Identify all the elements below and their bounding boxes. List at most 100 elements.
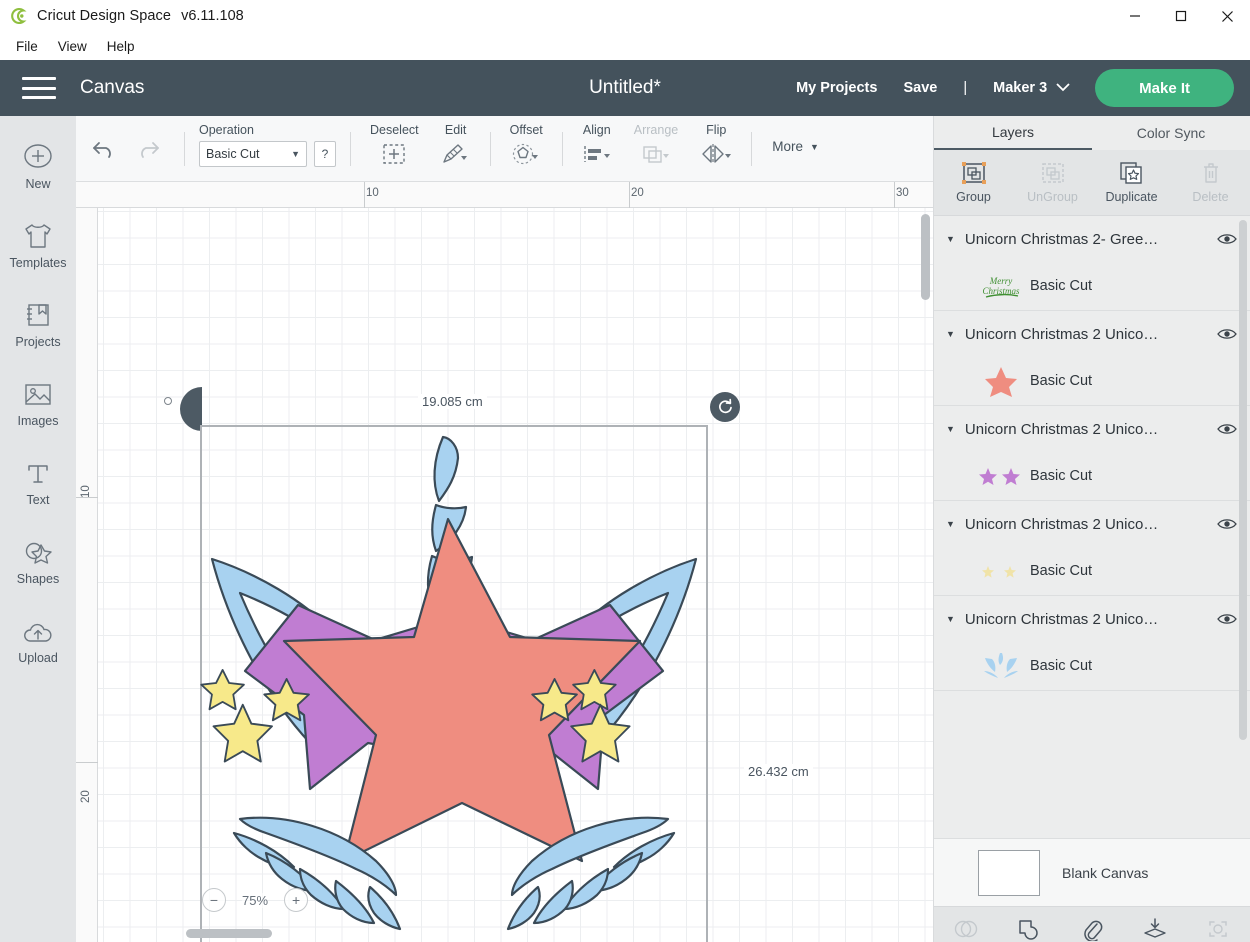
- deselect-label: Deselect: [370, 122, 419, 137]
- purple-stars-thumb: [978, 459, 1024, 493]
- layer-child-row[interactable]: Basic Cut: [934, 547, 1250, 595]
- attach-button[interactable]: Attach: [1060, 917, 1123, 942]
- sidebar-item-projects[interactable]: Projects: [0, 296, 76, 349]
- more-button[interactable]: More ▼: [760, 139, 831, 154]
- flatten-button[interactable]: Flatten: [1124, 917, 1187, 942]
- menu-help[interactable]: Help: [97, 36, 145, 57]
- sidebar-item-text[interactable]: Text: [0, 454, 76, 507]
- visibility-eye-icon[interactable]: [1216, 327, 1238, 341]
- visibility-eye-icon[interactable]: [1216, 517, 1238, 531]
- rotate-handle[interactable]: [710, 392, 740, 422]
- coral-star-thumb: [978, 364, 1024, 398]
- menu-file[interactable]: File: [6, 36, 48, 57]
- flip-icon: [700, 142, 732, 166]
- align-button[interactable]: Align: [571, 123, 623, 175]
- window-title-bar: Cricut Design Space v6.11.108: [0, 0, 1250, 32]
- layer-group-header[interactable]: ▼ Unicorn Christmas 2- Gree…: [934, 216, 1250, 262]
- selection-height-dimension: 26.432 cm: [744, 764, 813, 779]
- operation-help-button[interactable]: ?: [314, 140, 336, 167]
- menu-view[interactable]: View: [48, 36, 97, 57]
- toolbar-divider: [751, 131, 753, 166]
- layer-group-header[interactable]: ▼ Unicorn Christmas 2 Unico…: [934, 406, 1250, 452]
- layer-child-row[interactable]: Basic Cut: [934, 357, 1250, 405]
- chevron-down-icon[interactable]: ▼: [946, 329, 955, 339]
- sidebar-item-shapes[interactable]: Shapes: [0, 533, 76, 586]
- chevron-down-icon: ▼: [291, 148, 300, 159]
- visibility-eye-icon[interactable]: [1216, 422, 1238, 436]
- offset-button[interactable]: Offset: [499, 123, 554, 175]
- hamburger-icon[interactable]: [22, 77, 56, 99]
- close-button[interactable]: [1204, 0, 1250, 32]
- text-t-icon: [24, 454, 52, 488]
- cricut-design-space-window: Cricut Design Space v6.11.108 File View …: [0, 0, 1250, 942]
- cloud-upload-icon: [21, 612, 55, 646]
- layer-group: ▼ Unicorn Christmas 2 Unico… Basic Cut: [934, 311, 1250, 406]
- slice-button: Slice: [934, 918, 997, 942]
- edit-pencil-icon: [441, 142, 471, 166]
- edit-button[interactable]: Edit: [430, 123, 482, 175]
- canvas-background-row[interactable]: Blank Canvas: [934, 838, 1250, 906]
- ruler-v-tick-20: 20: [80, 790, 92, 803]
- save-button[interactable]: Save: [903, 80, 937, 96]
- ruler-h-major: [364, 182, 365, 208]
- sidebar-item-templates[interactable]: Templates: [0, 217, 76, 270]
- layer-group-header[interactable]: ▼ Unicorn Christmas 2 Unico…: [934, 501, 1250, 547]
- unicorn-christmas-artwork[interactable]: [200, 425, 708, 942]
- operation-select[interactable]: Basic Cut ▼: [199, 140, 307, 167]
- deselect-button[interactable]: Deselect: [359, 123, 430, 175]
- weld-button[interactable]: Weld: [997, 918, 1060, 942]
- sidebar-item-upload[interactable]: Upload: [0, 612, 76, 665]
- layer-child-row[interactable]: Basic Cut: [934, 452, 1250, 500]
- more-label: More: [772, 139, 804, 154]
- chevron-down-icon[interactable]: ▼: [946, 519, 955, 529]
- delete-label: Delete: [1192, 190, 1229, 204]
- vertical-scrollbar[interactable]: [921, 214, 930, 300]
- group-button[interactable]: Group: [934, 161, 1013, 204]
- sidebar-item-images[interactable]: Images: [0, 375, 76, 428]
- maximize-button[interactable]: [1158, 0, 1204, 32]
- layer-list[interactable]: ▼ Unicorn Christmas 2- Gree… Merry Chris…: [934, 216, 1250, 838]
- layer-group-name: Unicorn Christmas 2 Unico…: [964, 325, 1159, 343]
- ruler-h-major: [629, 182, 630, 208]
- make-it-button[interactable]: Make It: [1095, 69, 1234, 107]
- arrange-button: Arrange: [623, 123, 689, 175]
- sidebar-label-upload: Upload: [18, 651, 58, 665]
- chevron-down-icon[interactable]: [1055, 79, 1071, 97]
- panel-tabs: Layers Color Sync: [934, 116, 1250, 150]
- duplicate-button[interactable]: Duplicate: [1092, 161, 1171, 204]
- canvas-color-swatch[interactable]: [978, 849, 1040, 896]
- layers-panel: Layers Color Sync Group UnGroup Duplicat…: [933, 116, 1250, 942]
- zoom-out-button[interactable]: −: [202, 888, 226, 912]
- undo-button[interactable]: [82, 132, 126, 166]
- layer-group-header[interactable]: ▼ Unicorn Christmas 2 Unico…: [934, 596, 1250, 642]
- minimize-button[interactable]: [1112, 0, 1158, 32]
- edit-toolbar: Operation Basic Cut ▼ ? Deselect Edit Of…: [76, 116, 933, 182]
- layer-group: ▼ Unicorn Christmas 2- Gree… Merry Chris…: [934, 216, 1250, 311]
- redo-button[interactable]: [126, 132, 170, 166]
- layer-child-label: Basic Cut: [1030, 373, 1093, 389]
- canvas-origin-marker: [164, 397, 172, 405]
- my-projects-link[interactable]: My Projects: [796, 80, 877, 96]
- layer-group-header[interactable]: ▼ Unicorn Christmas 2 Unico…: [934, 311, 1250, 357]
- zoom-in-button[interactable]: +: [284, 888, 309, 912]
- design-canvas[interactable]: 10 20 30 10 20 19.085 cm 26.432 cm − 75%…: [76, 182, 933, 942]
- tab-color-sync[interactable]: Color Sync: [1092, 116, 1250, 150]
- horizontal-scrollbar[interactable]: [186, 929, 272, 938]
- layer-list-scrollbar[interactable]: [1239, 220, 1247, 740]
- tab-layers[interactable]: Layers: [934, 116, 1092, 150]
- machine-selector-label[interactable]: Maker 3: [993, 80, 1047, 96]
- layer-group-name: Unicorn Christmas 2 Unico…: [964, 420, 1159, 438]
- chevron-down-icon[interactable]: ▼: [946, 234, 955, 244]
- layer-group: ▼ Unicorn Christmas 2 Unico… Basic Cut: [934, 596, 1250, 691]
- chevron-down-icon[interactable]: ▼: [946, 614, 955, 624]
- layer-child-row[interactable]: Basic Cut: [934, 642, 1250, 690]
- flip-button[interactable]: Flip: [689, 123, 743, 175]
- sidebar-item-new[interactable]: New: [0, 138, 76, 191]
- chevron-down-icon[interactable]: ▼: [946, 424, 955, 434]
- visibility-eye-icon[interactable]: [1216, 612, 1238, 626]
- selection-width-dimension: 19.085 cm: [418, 394, 487, 409]
- visibility-eye-icon[interactable]: [1216, 232, 1238, 246]
- layer-child-label: Basic Cut: [1030, 563, 1093, 579]
- layer-child-row[interactable]: Merry Christmas Basic Cut: [934, 262, 1250, 310]
- layer-group-name: Unicorn Christmas 2- Gree…: [964, 230, 1159, 248]
